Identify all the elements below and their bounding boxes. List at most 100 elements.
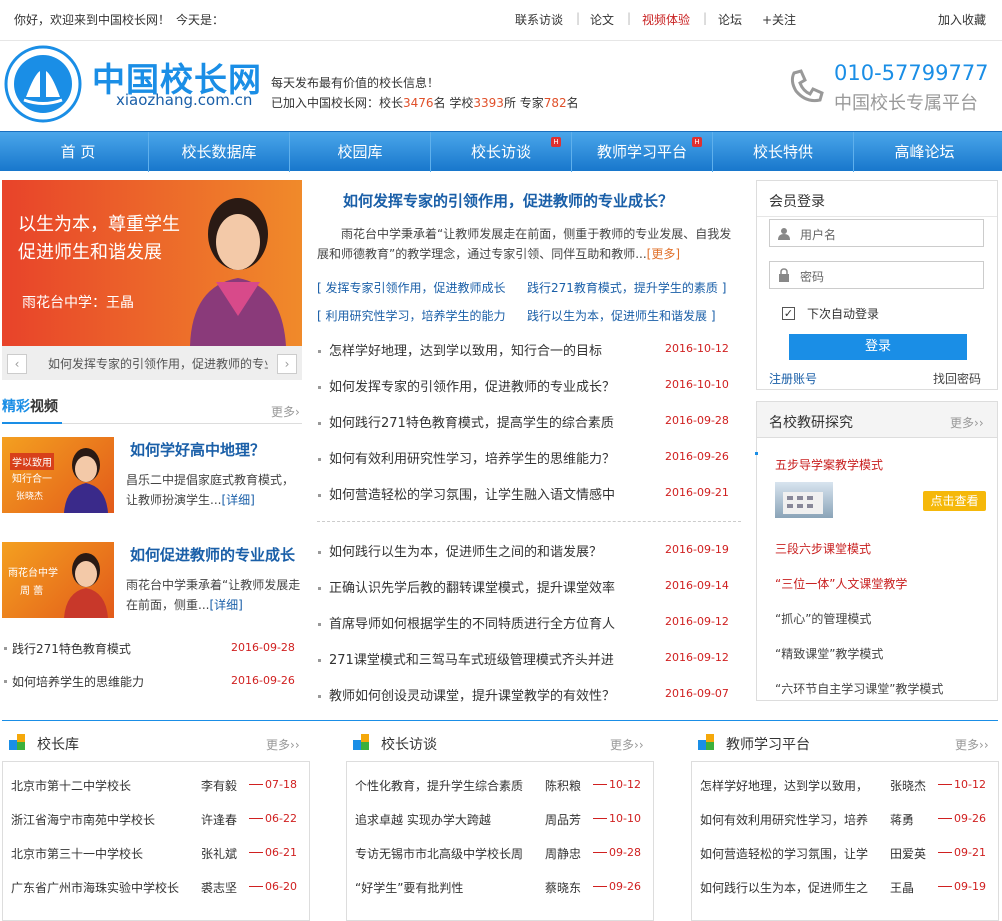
password-field[interactable]: 密码 xyxy=(769,261,984,289)
research-item[interactable]: “抓心”的管理模式 xyxy=(775,610,871,627)
view-button[interactable]: 点击查看 xyxy=(923,491,986,511)
news-date: 2016-09-12 xyxy=(665,615,729,628)
table-row[interactable]: 北京市第三十一中学校长 xyxy=(11,845,196,862)
next-arrow-icon[interactable]: › xyxy=(277,354,297,374)
quick-link-row-1b: 践行271教育模式，提升学生的素质 ] xyxy=(527,281,727,295)
password-placeholder: 密码 xyxy=(800,270,825,284)
forgot-password-link[interactable]: 找回密码 xyxy=(933,370,981,387)
nav-special[interactable]: 校长特供 xyxy=(713,132,854,172)
link-video[interactable]: 视频体验 xyxy=(642,11,690,28)
table-row[interactable]: 个性化教育，提升学生综合素质 xyxy=(355,777,540,794)
login-button[interactable]: 登录 xyxy=(789,334,967,360)
row-date: 06-21 xyxy=(265,846,297,859)
row-name[interactable]: 蒋勇 xyxy=(890,811,914,828)
video-thumb-2[interactable]: 雨花台中学 周 蕾 xyxy=(2,542,114,618)
news-date: 2016-09-12 xyxy=(665,651,729,664)
table-row[interactable]: 北京市第十二中学校长 xyxy=(11,777,196,794)
research-item[interactable]: “精致课堂”教学模式 xyxy=(775,645,883,662)
table-row[interactable]: 如何有效利用研究性学习，培养 xyxy=(700,811,885,828)
news-item[interactable]: 如何营造轻松的学习氛围，让学生融入语文情感中 xyxy=(329,484,615,503)
row-name[interactable]: 蔡晓东 xyxy=(545,879,581,896)
tagline: 每天发布最有价值的校长信息！ xyxy=(271,76,440,90)
nav-home[interactable]: 首 页 xyxy=(8,132,149,172)
register-link[interactable]: 注册账号 xyxy=(769,370,817,387)
news-item[interactable]: 如何发挥专家的引领作用，促进教师的专业成长？ xyxy=(329,376,615,395)
news-item[interactable]: 271课堂模式和三驾马车式班级管理模式齐头并进 xyxy=(329,649,614,668)
logo-seal-icon[interactable] xyxy=(4,45,82,123)
news-item[interactable]: 怎样学好地理，达到学以致用，知行合一的目标 xyxy=(329,340,602,359)
list-item[interactable]: 践行271特色教育模式 xyxy=(12,640,131,657)
research-thumb[interactable] xyxy=(775,482,833,518)
link-forum[interactable]: 论坛 xyxy=(718,11,742,28)
nav-campus-db[interactable]: 校园库 xyxy=(290,132,431,172)
nav-forum[interactable]: 高峰论坛 xyxy=(854,132,995,172)
nav-principal-db[interactable]: 校长数据库 xyxy=(149,132,290,172)
research-item[interactable]: 三段六步课堂模式 xyxy=(775,540,871,557)
bottom-more-link[interactable]: 更多›› xyxy=(610,736,644,753)
row-name[interactable]: 李有毅 xyxy=(201,777,237,794)
news-item[interactable]: 如何有效利用研究性学习，培养学生的思维能力？ xyxy=(329,448,615,467)
row-name[interactable]: 张晓杰 xyxy=(890,777,926,794)
research-item[interactable]: “六环节自主学习课堂”教学模式 xyxy=(775,680,943,697)
prev-arrow-icon[interactable]: ‹ xyxy=(7,354,27,374)
video-detail-link[interactable]: [详细] xyxy=(209,598,242,612)
featured-banner[interactable]: 以生为本，尊重学生 促进师生和谐发展 雨花台中学：王晶 xyxy=(2,180,302,346)
table-row[interactable]: 浙江省海宁市南苑中学校长 xyxy=(11,811,196,828)
table-row[interactable]: 如何营造轻松的学习氛围，让学 xyxy=(700,845,885,862)
quick-link[interactable]: 发挥专家引领作用，促进教师成长 xyxy=(326,281,506,295)
row-name[interactable]: 张礼斌 xyxy=(201,845,237,862)
row-name[interactable]: 周静忠 xyxy=(545,845,581,862)
remember-checkbox[interactable]: ✓ xyxy=(782,307,795,320)
principal-count: 3476 xyxy=(403,96,434,110)
row-date: 06-22 xyxy=(265,812,297,825)
nav-interviews[interactable]: 校长访谈 H xyxy=(431,132,572,172)
table-row[interactable]: 追求卓越 实现办学大跨越 xyxy=(355,811,540,828)
row-name[interactable]: 周品芳 xyxy=(545,811,581,828)
row-name[interactable]: 裘志坚 xyxy=(201,879,237,896)
video-thumb-1[interactable]: 学以致用 知行合一 张晓杰 xyxy=(2,437,114,513)
nav-teacher-platform[interactable]: 教师学习平台 H xyxy=(572,132,713,172)
table-row[interactable]: 广东省广州市海珠实验中学校长 xyxy=(11,879,196,896)
row-name[interactable]: 陈积粮 xyxy=(545,777,581,794)
news-date: 2016-09-21 xyxy=(665,486,729,499)
link-interview[interactable]: 联系访谈 xyxy=(515,11,563,28)
bottom-more-link[interactable]: 更多›› xyxy=(266,736,300,753)
news-item[interactable]: 首席导师如何根据学生的不同特质进行全方位育人 xyxy=(329,613,615,632)
table-row[interactable]: 怎样学好地理，达到学以致用， xyxy=(700,777,885,794)
news-item[interactable]: 如何践行271特色教育模式，提高学生的综合素质 xyxy=(329,412,614,431)
quick-link[interactable]: 践行以生为本，促进师生和谐发展 xyxy=(527,309,707,323)
school-count: 3393 xyxy=(473,96,504,110)
bottom-more-link[interactable]: 更多›› xyxy=(955,736,989,753)
table-row[interactable]: “好学生”要有批判性 xyxy=(355,879,540,896)
headline-more-link[interactable]: [更多] xyxy=(647,247,680,261)
row-name[interactable]: 许逢春 xyxy=(201,811,237,828)
row-date: 09-26 xyxy=(954,812,986,825)
table-row[interactable]: 专访无锡市市北高级中学校长周 xyxy=(355,845,540,862)
hot-badge: H xyxy=(551,137,561,147)
research-more-link[interactable]: 更多›› xyxy=(950,414,984,431)
quick-link[interactable]: 践行271教育模式，提升学生的素质 xyxy=(527,281,718,295)
headline-title[interactable]: 如何发挥专家的引领作用，促进教师的专业成长？ xyxy=(343,190,673,211)
research-item[interactable]: “三位一体”人文课堂教学 xyxy=(775,575,907,592)
ticker-text[interactable]: 如何发挥专家的引领作用，促进教师的专业成长 xyxy=(48,355,268,372)
video-title-1[interactable]: 如何学好高中地理？ xyxy=(130,439,265,460)
bottom-panel-title: 校长库 xyxy=(37,737,79,753)
row-name[interactable]: 田爱英 xyxy=(890,845,926,862)
follow-link[interactable]: +关注 xyxy=(762,11,796,28)
quick-link[interactable]: 利用研究性学习，培养学生的能力 xyxy=(326,309,506,323)
news-item[interactable]: 教师如何创设灵动课堂，提升课堂教学的有效性？ xyxy=(329,685,615,704)
list-item[interactable]: 如何培养学生的思维能力 xyxy=(12,673,144,690)
video-desc-2: 雨花台中学秉承着“让教师发展走在前面，侧重...[详细] xyxy=(126,578,301,612)
video-detail-link[interactable]: [详细] xyxy=(221,493,254,507)
table-row[interactable]: 如何践行以生为本，促进师生之 xyxy=(700,879,885,896)
video-title-2[interactable]: 如何促进教师的专业成长 xyxy=(130,544,295,565)
bookmark-link[interactable]: 加入收藏 xyxy=(938,11,986,28)
news-item[interactable]: 如何践行以生为本，促进师生之间的和谐发展？ xyxy=(329,541,602,560)
row-name[interactable]: 王晶 xyxy=(890,879,914,896)
phone-number: 010-57799777 xyxy=(834,61,989,85)
username-field[interactable]: 用户名 xyxy=(769,219,984,247)
research-first-item[interactable]: 五步导学案教学模式 xyxy=(775,456,883,473)
video-more-link[interactable]: 更多› xyxy=(271,403,300,420)
news-item[interactable]: 正确认识先学后教的翻转课堂模式，提升课堂效率 xyxy=(329,577,615,596)
link-papers[interactable]: 论文 xyxy=(590,11,614,28)
